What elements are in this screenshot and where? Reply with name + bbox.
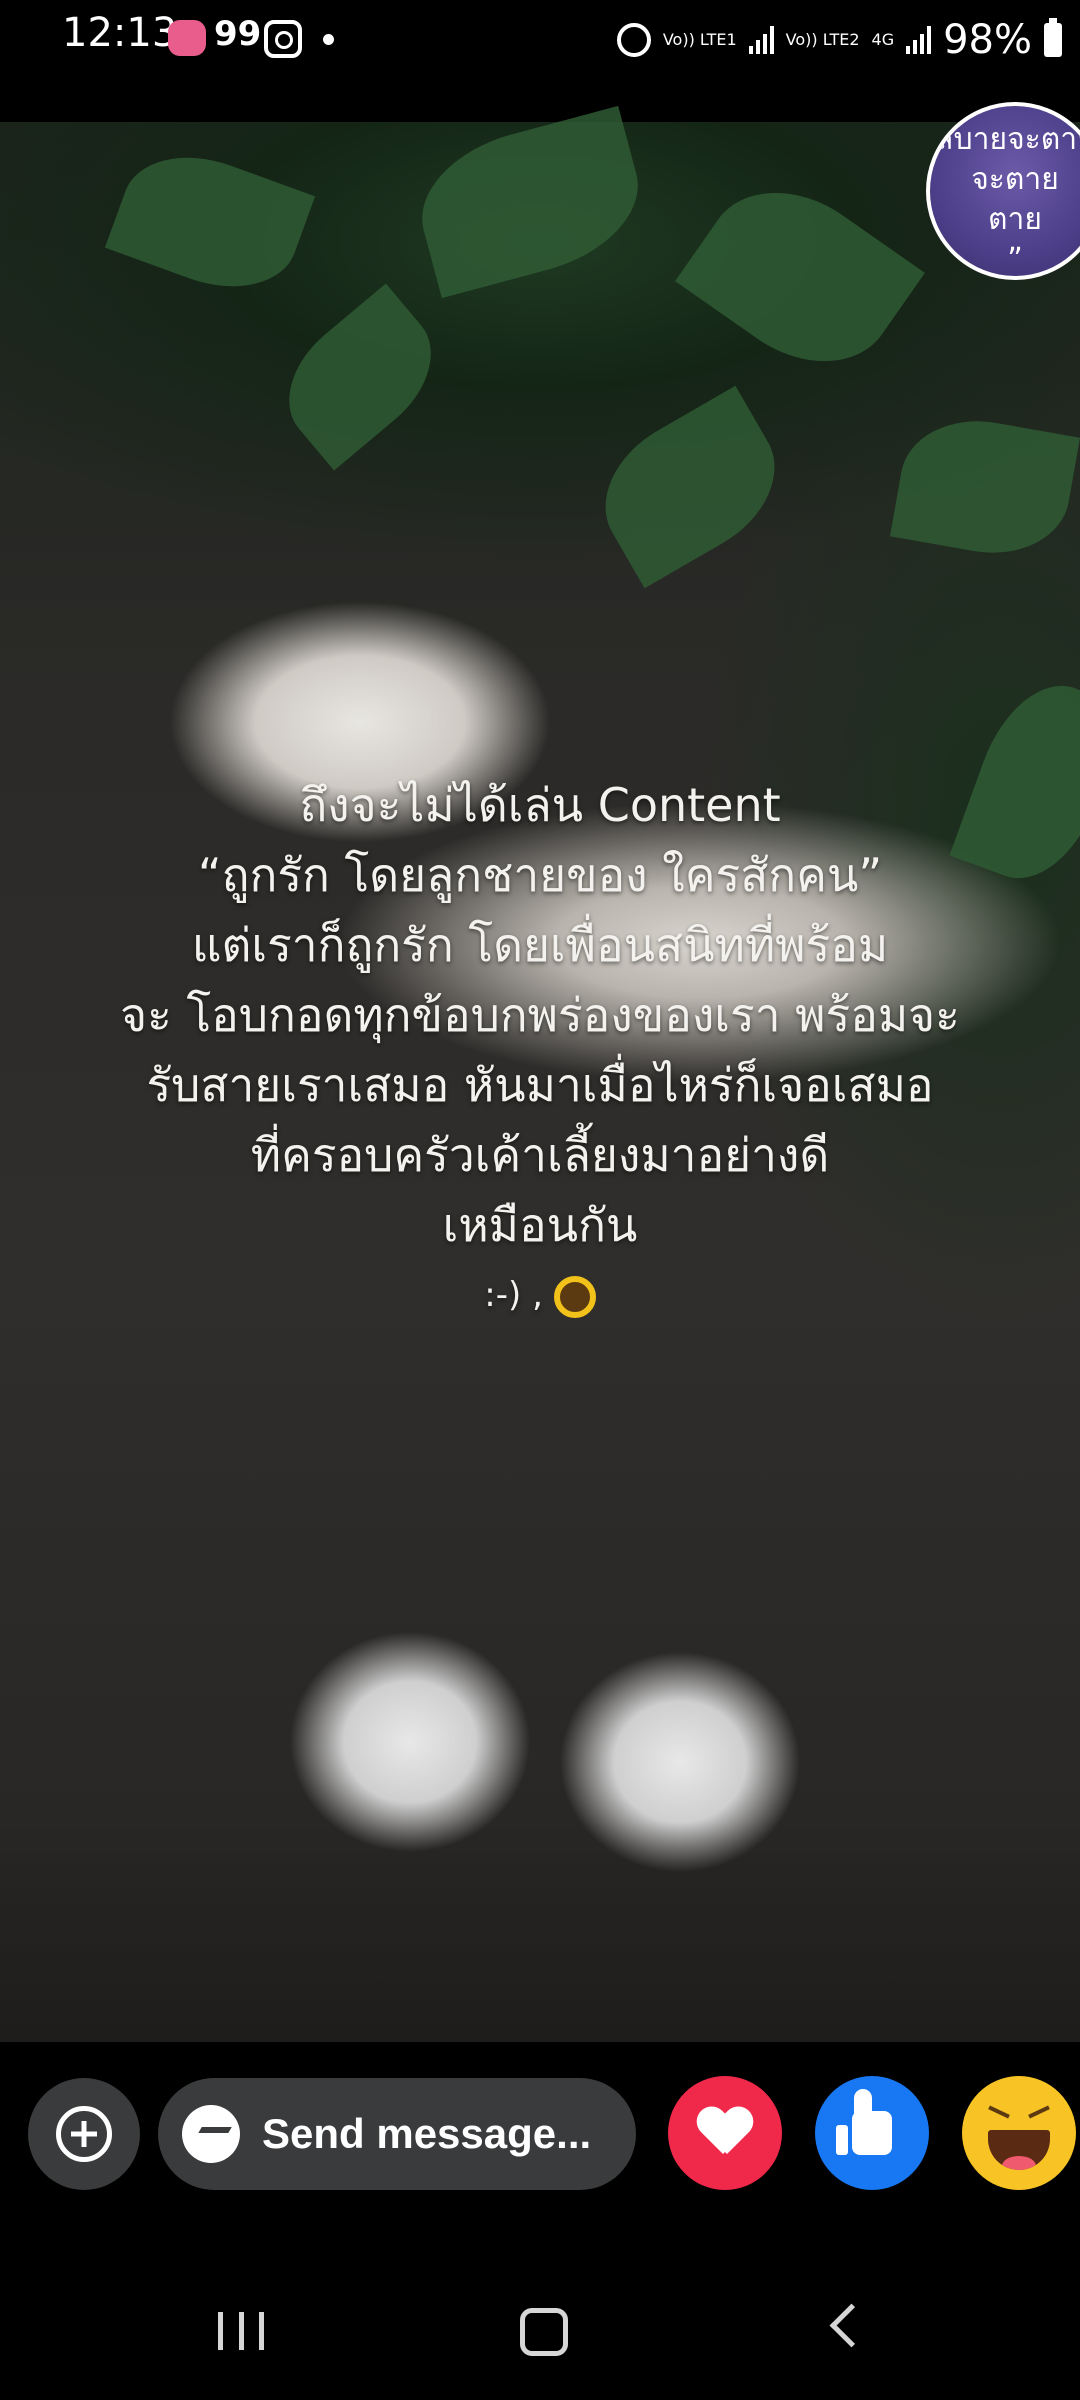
signal-1-icon bbox=[748, 26, 774, 54]
haha-reaction-button[interactable] bbox=[962, 2076, 1076, 2190]
caption-line: จะ โอบกอดทุกข้อบกพร่องของเรา พร้อมจะ bbox=[120, 988, 960, 1042]
laughing-face-icon bbox=[962, 2076, 1076, 2190]
caption-line: “ถูกรัก โดยลูกชายของ ใครสักคน” bbox=[197, 848, 883, 902]
story-caption: ถึงจะไม่ได้เล่น Content “ถูกรัก โดยลูกชา… bbox=[40, 770, 1040, 1330]
signal-2-icon bbox=[906, 26, 932, 54]
app-notification-icon bbox=[168, 20, 206, 56]
battery-icon bbox=[1044, 18, 1062, 57]
like-reaction-button[interactable] bbox=[815, 2076, 929, 2190]
clock: 12:13 bbox=[62, 10, 178, 56]
thumbs-up-icon bbox=[836, 2089, 892, 2155]
reply-bar: Send message... bbox=[0, 2042, 1080, 2242]
caption-emoticon-line: :-) , bbox=[40, 1260, 1040, 1330]
battery-percent: 98% bbox=[943, 17, 1032, 63]
avatar-text-line: สบายจะตาย bbox=[935, 122, 1080, 157]
home-icon[interactable] bbox=[520, 2308, 568, 2356]
send-message-placeholder: Send message... bbox=[262, 2110, 592, 2157]
love-reaction-button[interactable] bbox=[668, 2076, 782, 2190]
send-message-input[interactable]: Send message... bbox=[158, 2078, 636, 2190]
avatar-text-line: จะตาย bbox=[971, 162, 1059, 197]
recents-icon[interactable] bbox=[218, 2312, 264, 2350]
caption-line: รับสายเราเสมอ หันมาเมื่อไหร่ก็เจอเสมอ bbox=[146, 1058, 934, 1112]
lte2-label: Vo)) LTE2 bbox=[785, 30, 860, 49]
lte1-label: Vo)) LTE1 bbox=[662, 30, 737, 49]
network-type: 4G bbox=[871, 30, 895, 49]
leaf-decoration bbox=[675, 158, 925, 396]
add-icon bbox=[56, 2106, 112, 2162]
heart-icon bbox=[697, 2108, 753, 2158]
leaf-decoration bbox=[579, 385, 801, 589]
leaf-decoration bbox=[263, 283, 457, 471]
caption-line: เหมือนกัน bbox=[442, 1198, 638, 1252]
notification-count: 99 bbox=[214, 14, 262, 54]
messenger-icon bbox=[182, 2105, 240, 2163]
back-icon[interactable] bbox=[829, 2303, 874, 2348]
system-nav-bar bbox=[0, 2250, 1080, 2400]
caption-line: ที่ครอบครัวเค้าเลี้ยงมาอย่างดี bbox=[250, 1128, 830, 1182]
status-icons: Vo)) LTE1 Vo)) LTE2 4G 98% bbox=[616, 10, 1062, 70]
status-bar: 12:13 99 Vo)) LTE1 Vo)) LTE2 4G 98% bbox=[0, 0, 1080, 80]
leaf-decoration bbox=[405, 105, 655, 299]
avatar-text-line: ตาย bbox=[988, 202, 1042, 237]
sunflower-icon bbox=[553, 1275, 596, 1318]
caption-line: ถึงจะไม่ได้เล่น Content bbox=[299, 778, 781, 832]
caption-line: แต่เราก็ถูกรัก โดยเพื่อนสนิทที่พร้อม bbox=[191, 918, 889, 972]
caption-emoticon: :-) , bbox=[484, 1275, 543, 1315]
leaf-decoration bbox=[890, 408, 1080, 566]
alarm-icon bbox=[616, 23, 651, 57]
instagram-icon bbox=[264, 20, 302, 58]
add-button[interactable] bbox=[28, 2078, 140, 2190]
more-notifications-dot bbox=[323, 34, 334, 45]
leaf-decoration bbox=[104, 134, 316, 310]
